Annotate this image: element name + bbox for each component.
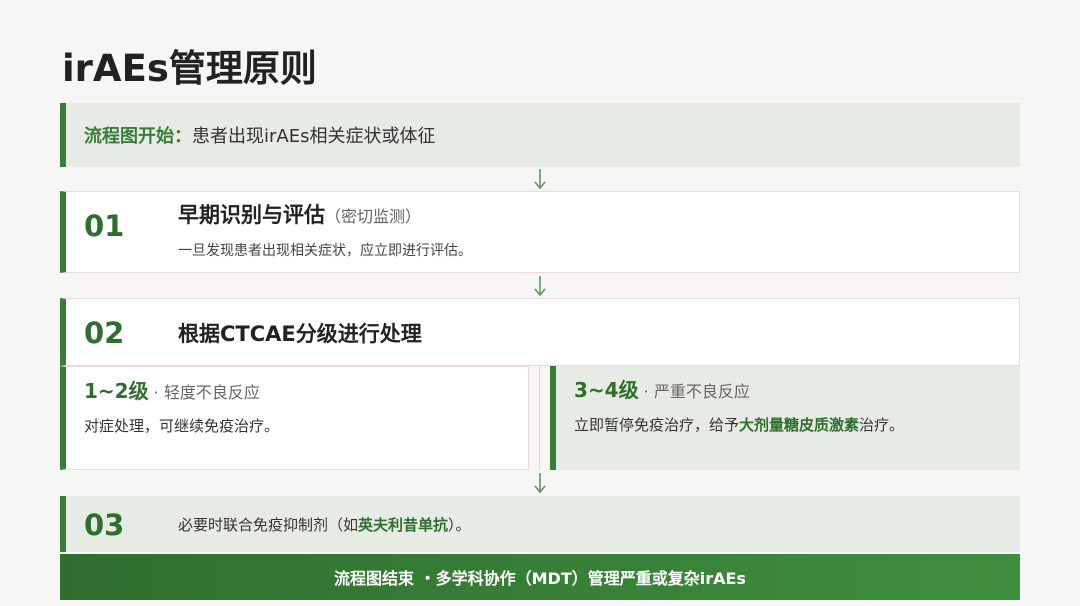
step-3-desc-highlight: 英夫利昔单抗 [358,516,449,534]
grade-1-2-heading: 1~2级 · 轻度不良反应 [84,375,260,404]
arrow-down-icon [534,473,546,494]
step-2-number: 02 [84,316,125,350]
step-3: 03 必要时联合免疫抑制剂（如英夫利昔单抗）。 [60,496,1020,552]
step-3-description: 必要时联合免疫抑制剂（如英夫利昔单抗）。 [178,514,471,535]
arrow-down-icon [534,276,546,297]
step-1-title-text: 早期识别与评估 [178,203,325,227]
grade-3-4-subtitle: · 严重不良反应 [638,382,750,401]
step-1: 01 早期识别与评估（密切监测） 一旦发现患者出现相关症状，应立即进行评估。 [60,191,1020,273]
grade-1-2-label: 1~2级 [84,379,149,403]
step-1-subtitle: （密切监测） [325,207,422,226]
grade-3-4-desc-pre: 立即暂停免疫治疗，给予 [574,416,740,434]
grade-1-2-subtitle: · 轻度不良反应 [148,383,260,402]
flow-start-text: 患者出现irAEs相关症状或体征 [192,126,436,147]
grade-3-4-desc-post: 治疗。 [859,416,905,434]
grade-3-4-panel: 3~4级 · 严重不良反应 立即暂停免疫治疗，给予大剂量糖皮质激素治疗。 [550,366,1020,470]
grade-divider [539,366,540,470]
step-1-description: 一旦发现患者出现相关症状，应立即进行评估。 [178,243,472,259]
page-title: irAEs管理原则 [62,47,317,90]
grade-3-4-heading: 3~4级 · 严重不良反应 [574,374,750,403]
grade-1-2-description: 对症处理，可继续免疫治疗。 [84,417,280,435]
step-3-desc-pre: 必要时联合免疫抑制剂（如 [178,516,359,534]
step-1-number: 01 [84,209,125,243]
step-2: 02 根据CTCAE分级进行处理 [60,298,1020,366]
grade-3-4-desc-highlight: 大剂量糖皮质激素 [739,416,860,434]
step-3-desc-post: ）。 [448,516,471,534]
step-2-title: 根据CTCAE分级进行处理 [178,322,422,346]
step-3-number: 03 [84,508,125,542]
flow-end-banner: 流程图结束 ・多学科协作（MDT）管理严重或复杂irAEs [60,554,1020,600]
grade-3-4-label: 3~4级 [574,378,639,402]
grade-1-2-panel: 1~2级 · 轻度不良反应 对症处理，可继续免疫治疗。 [60,366,529,470]
grade-3-4-description: 立即暂停免疫治疗，给予大剂量糖皮质激素治疗。 [574,414,904,435]
flow-start: 流程图开始： 患者出现irAEs相关症状或体征 [60,103,1020,167]
arrow-down-icon [534,169,546,190]
step-1-title: 早期识别与评估（密切监测） [178,199,421,229]
flow-start-label: 流程图开始： [84,126,192,147]
